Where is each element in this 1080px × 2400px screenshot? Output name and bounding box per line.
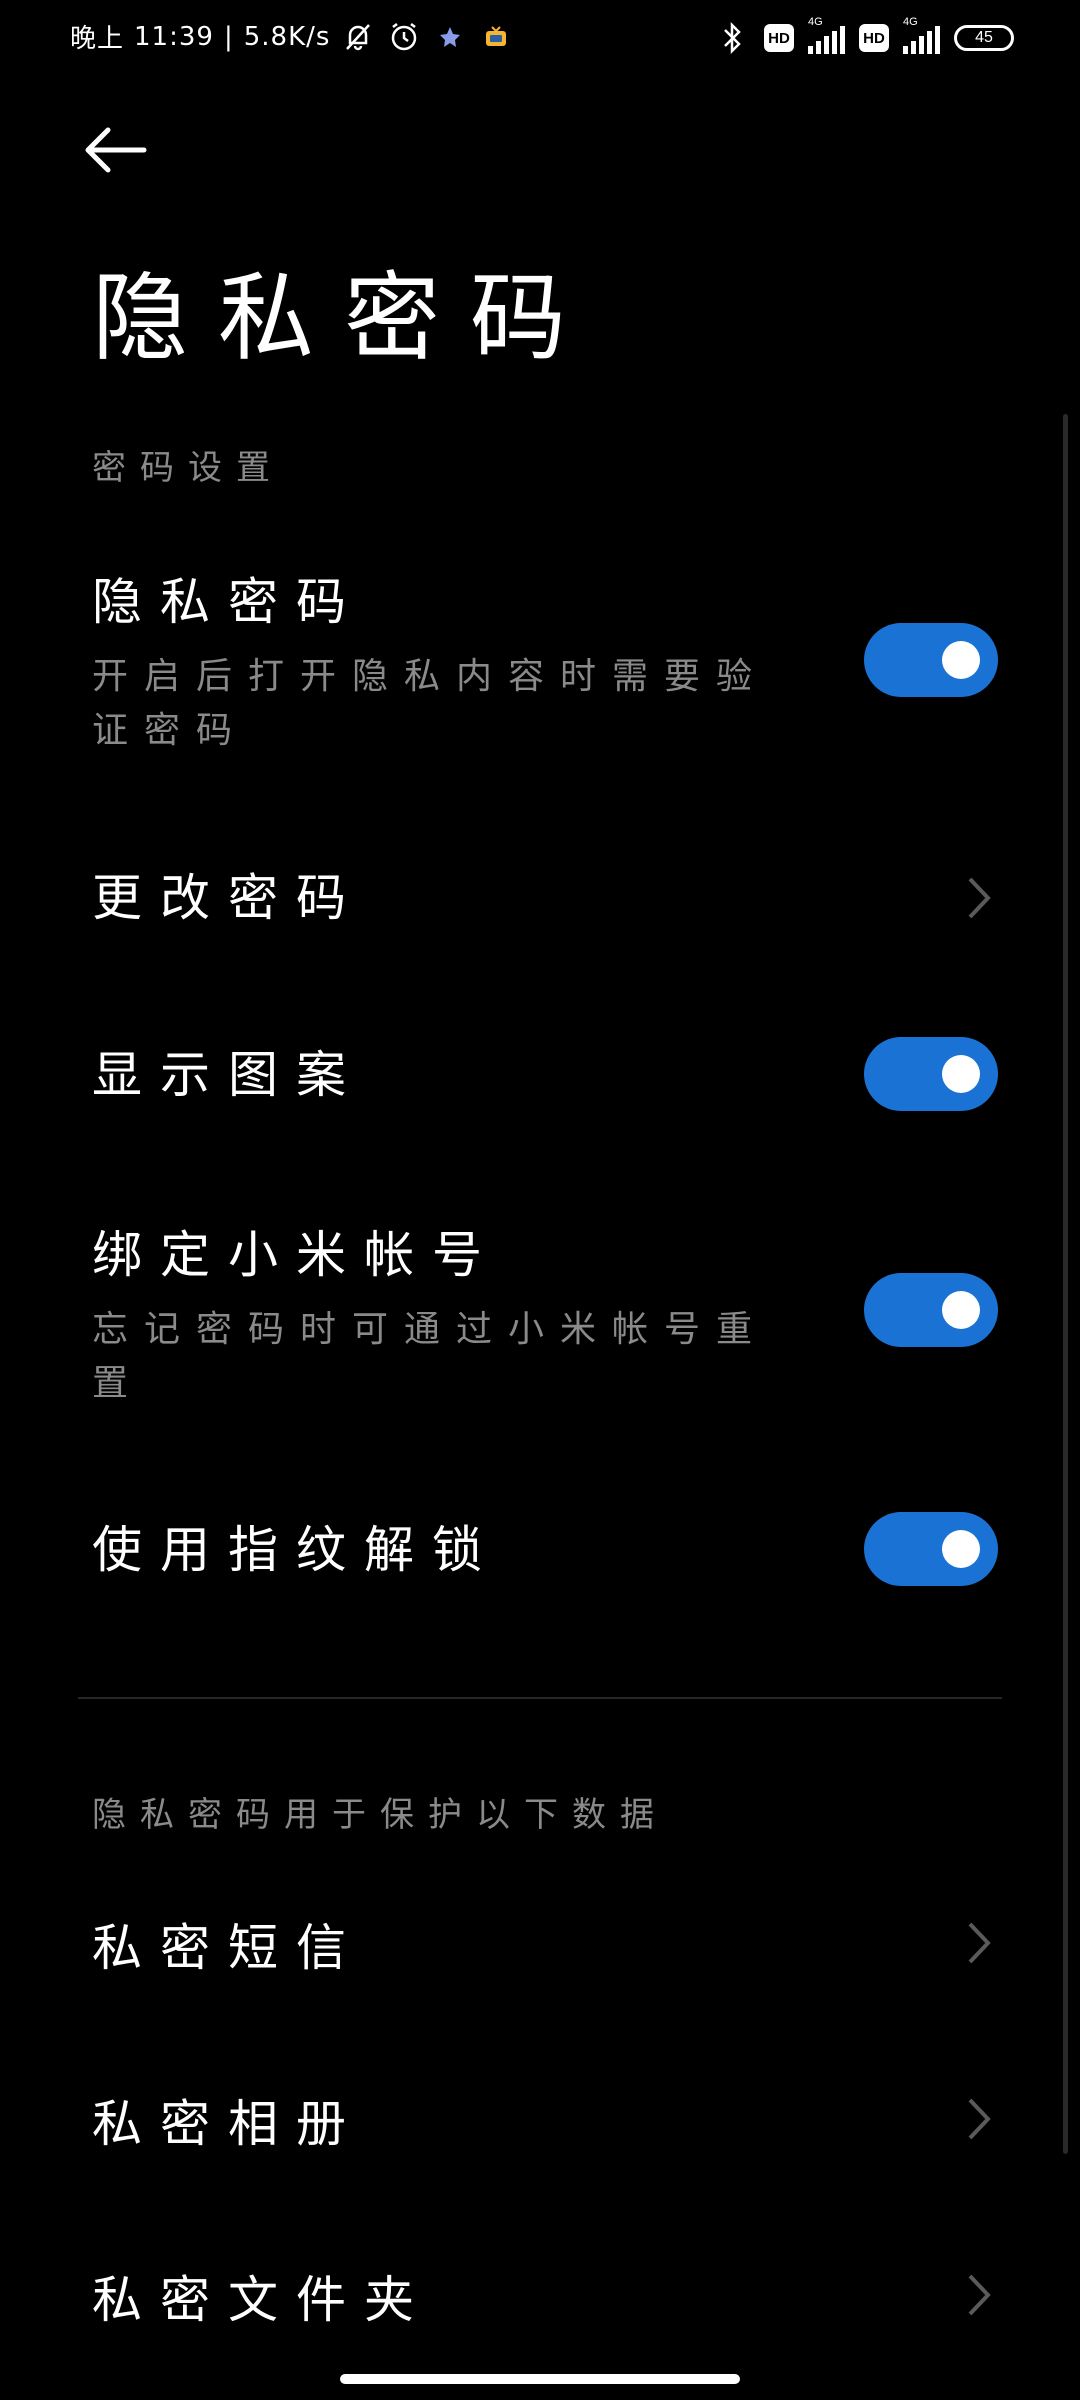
toggle-knob — [942, 641, 980, 679]
row-title: 私密文件夹 — [92, 2271, 432, 2329]
row-subtitle: 开启后打开隐私内容时需要验证密码 — [92, 656, 769, 751]
chevron-right-icon — [968, 2098, 991, 2140]
toggle-knob — [942, 1291, 980, 1329]
bell-muted-icon — [340, 19, 376, 55]
setting-row-change-password[interactable]: 更改密码 — [92, 868, 998, 948]
status-time: 11:39 — [134, 21, 214, 52]
row-title: 私密相册 — [92, 2095, 364, 2153]
status-right: HD 4G HD 4G 45 — [714, 16, 1014, 56]
section-divider — [78, 1697, 1002, 1699]
toggle-knob — [942, 1530, 980, 1568]
bluetooth-icon — [714, 20, 750, 56]
battery-level: 45 — [975, 29, 993, 46]
status-separator: | — [223, 21, 234, 52]
chevron-right-icon — [968, 2274, 991, 2316]
scrollbar[interactable] — [1063, 414, 1068, 2154]
privacy-password-toggle[interactable] — [864, 623, 998, 697]
fingerprint-unlock-toggle[interactable] — [864, 1512, 998, 1586]
row-title: 显示图案 — [92, 1046, 364, 1104]
row-title: 私密短信 — [92, 1919, 364, 1977]
section-header-protected-data: 隐私密码用于保护以下数据 — [92, 1795, 668, 1835]
row-title: 更改密码 — [92, 869, 364, 927]
setting-row-privacy-password[interactable]: 隐私密码 开启后打开隐私内容时需要验证密码 — [92, 572, 998, 762]
signal-strength-icon: 4G — [808, 16, 845, 54]
back-button[interactable] — [82, 120, 152, 180]
hd-voice-icon: HD — [764, 24, 794, 52]
row-title: 使用指纹解锁 — [92, 1521, 500, 1579]
signal-strength-icon-2: 4G — [903, 16, 940, 54]
network-type-label-2: 4G — [903, 16, 918, 28]
setting-row-fingerprint-unlock[interactable]: 使用指纹解锁 — [92, 1520, 998, 1600]
tv-app-icon — [478, 19, 514, 55]
network-type-label: 4G — [808, 16, 823, 28]
back-arrow-icon — [85, 127, 147, 173]
setting-row-private-album[interactable]: 私密相册 — [92, 2094, 998, 2174]
status-speed: 5.8K/s — [243, 21, 331, 52]
show-pattern-toggle[interactable] — [864, 1037, 998, 1111]
setting-row-show-pattern[interactable]: 显示图案 — [92, 1045, 998, 1125]
page-title: 隐私密码 — [92, 262, 596, 374]
chevron-right-icon — [968, 877, 991, 919]
row-title: 隐私密码 — [92, 573, 364, 631]
status-period: 晚上 — [70, 24, 125, 54]
setting-row-private-sms[interactable]: 私密短信 — [92, 1918, 998, 1998]
row-subtitle: 忘记密码时可通过小米帐号重置 — [92, 1309, 769, 1404]
setting-row-private-folder[interactable]: 私密文件夹 — [92, 2270, 998, 2350]
chevron-right-icon — [968, 1922, 991, 1964]
row-title: 绑定小米帐号 — [92, 1226, 500, 1284]
app-notification-icon — [432, 19, 468, 55]
battery-icon: 45 — [954, 25, 1014, 51]
status-bar: 晚上 11:39 | 5.8K/s HD 4G HD 4G 45 — [0, 0, 1080, 76]
home-indicator[interactable] — [340, 2374, 740, 2384]
hd-voice-icon-2: HD — [859, 24, 889, 52]
toggle-knob — [942, 1055, 980, 1093]
section-header-password-settings: 密码设置 — [92, 448, 284, 488]
status-left: 晚上 11:39 | 5.8K/s — [70, 18, 514, 55]
alarm-icon — [386, 19, 422, 55]
bind-mi-account-toggle[interactable] — [864, 1273, 998, 1347]
setting-row-bind-mi-account[interactable]: 绑定小米帐号 忘记密码时可通过小米帐号重置 — [92, 1225, 998, 1415]
